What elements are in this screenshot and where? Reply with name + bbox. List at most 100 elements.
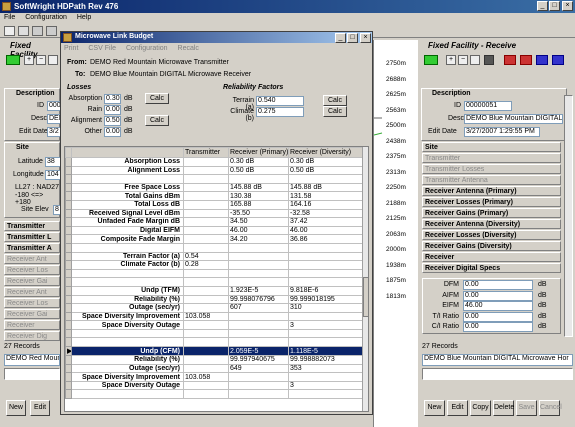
right-desc-field[interactable]: DEMO Blue Mountain DIGITAL [464, 114, 563, 124]
left-section-receiver[interactable]: Receiver [4, 320, 60, 330]
right-section-item[interactable]: Receiver Gains (Primary) [422, 208, 561, 218]
grid-column-header[interactable] [71, 147, 184, 158]
spec-field[interactable]: 46.00 [463, 301, 533, 311]
receiver-primary-cell[interactable]: 607 [228, 303, 289, 313]
receiver-primary-cell[interactable]: 46.00 [228, 225, 289, 236]
tool-icon[interactable] [46, 26, 57, 36]
grid-scroll-thumb[interactable] [363, 277, 368, 317]
receiver-diversity-cell[interactable]: 1.118E-5 [288, 346, 363, 357]
left-section-receiver-losses-1[interactable]: Receiver Los [4, 265, 60, 275]
left-edit-date-field[interactable]: 3/2 [47, 127, 61, 137]
receiver-primary-cell[interactable] [228, 389, 289, 400]
table-row[interactable] [65, 174, 363, 184]
reliability-field[interactable]: 0.540 [256, 96, 304, 106]
table-row[interactable] [65, 337, 363, 348]
grid-column-header[interactable]: Receiver (Diversity) [288, 147, 363, 158]
right-section-item[interactable]: Transmitter Losses [422, 164, 561, 174]
transmitter-cell[interactable] [183, 191, 229, 201]
table-row[interactable]: Space Diversity Outage 3 [65, 380, 363, 391]
table-row[interactable]: Space Diversity Outage 3 [65, 320, 363, 330]
transmitter-cell[interactable] [183, 328, 229, 339]
table-row[interactable]: Composite Fade Margin 34.20 36.86 [65, 234, 363, 244]
receiver-primary-cell[interactable]: 0.50 dB [228, 165, 289, 176]
table-row[interactable] [65, 242, 363, 253]
close-icon[interactable]: × [562, 1, 573, 11]
transmitter-cell[interactable] [183, 234, 229, 244]
antenna-blue-2-icon[interactable] [552, 55, 564, 65]
dialog-minimize-icon[interactable]: _ [335, 33, 346, 43]
receiver-primary-cell[interactable] [228, 268, 289, 279]
left-scroll-area[interactable] [4, 368, 60, 380]
receiver-primary-cell[interactable] [228, 174, 289, 184]
receiver-primary-cell[interactable] [228, 311, 289, 322]
left-edit-button[interactable]: Edit [30, 400, 50, 416]
table-row[interactable]: Unfaded Fade Margin dB 34.50 37.42 [65, 217, 363, 227]
table-row[interactable]: Free Space Loss 145.88 dB 145.88 dB [65, 182, 363, 193]
left-list-icon[interactable] [48, 55, 58, 65]
table-row[interactable]: Alignment Loss 0.50 dB 0.50 dB [65, 165, 363, 176]
right-link-icon[interactable] [424, 55, 438, 65]
right-section-item[interactable]: Transmitter [422, 153, 561, 163]
receiver-diversity-cell[interactable]: 36.86 [288, 234, 363, 244]
left-section-receiver-losses-2[interactable]: Receiver Los [4, 298, 60, 308]
receiver-diversity-cell[interactable] [288, 277, 363, 287]
table-row[interactable]: Undp (TFM) 1.923E-5 9.818E-6 [65, 285, 363, 296]
right-delete-button[interactable]: Delete [493, 400, 514, 416]
receiver-primary-cell[interactable] [228, 328, 289, 339]
receiver-primary-cell[interactable] [228, 260, 289, 270]
receiver-primary-cell[interactable]: 99.998076796 [228, 294, 289, 305]
right-scroll-area[interactable] [422, 368, 573, 380]
receiver-diversity-cell[interactable]: 310 [288, 303, 363, 313]
latitude-field[interactable]: 38 [45, 157, 61, 167]
receiver-primary-cell[interactable]: 1.923E-5 [228, 285, 289, 296]
dialog-menu-configuration[interactable]: Configuration [126, 45, 168, 52]
receiver-diversity-cell[interactable]: 99.999018195 [288, 294, 363, 305]
table-row[interactable]: Total Loss dB 165.88 164.16 [65, 199, 363, 210]
receiver-diversity-cell[interactable] [288, 251, 363, 262]
right-facility-dropdown[interactable]: DEMO Blue Mountain DIGITAL Microwave Hor [422, 354, 573, 366]
table-row[interactable]: Terrain Factor (a) 0.54 [65, 251, 363, 262]
right-section-item[interactable]: Site [422, 142, 561, 152]
receiver-primary-cell[interactable]: 145.88 dB [228, 182, 289, 193]
table-row[interactable] [65, 389, 363, 400]
table-row[interactable]: ▶Undp (CFM) 2.059E-51.118E-5 [65, 346, 363, 357]
right-section-item[interactable]: Receiver Losses (Diversity) [422, 230, 561, 240]
spec-field[interactable]: 0.00 [463, 280, 533, 290]
right-remove-icon[interactable]: − [458, 55, 468, 65]
receiver-diversity-cell[interactable]: 3 [288, 380, 363, 391]
receiver-diversity-cell[interactable]: 145.88 dB [288, 182, 363, 193]
receiver-diversity-cell[interactable] [288, 372, 363, 382]
receiver-diversity-cell[interactable]: 353 [288, 363, 363, 374]
transmitter-cell[interactable]: 0.28 [183, 260, 229, 270]
table-row[interactable]: Space Diversity Improvement 103.058 [65, 311, 363, 322]
receiver-diversity-cell[interactable]: 131.58 [288, 191, 363, 201]
right-section-item[interactable]: Transmitter Antenna [422, 175, 561, 185]
left-facility-dropdown[interactable]: DEMO Red Mountain [4, 354, 60, 366]
dialog-menu-recalc[interactable]: Recalc [178, 45, 199, 52]
transmitter-cell[interactable] [183, 337, 229, 348]
receiver-diversity-cell[interactable]: 164.16 [288, 199, 363, 210]
transmitter-cell[interactable] [183, 380, 229, 391]
antenna-icon[interactable] [504, 55, 516, 65]
table-row[interactable]: Outage (sec/yr) 649 353 [65, 363, 363, 374]
receiver-primary-cell[interactable]: 649 [228, 363, 289, 374]
new-doc-icon[interactable] [4, 26, 15, 36]
right-save-button[interactable]: Save [516, 400, 537, 416]
spec-field[interactable]: 0.00 [463, 290, 533, 301]
save-icon[interactable] [18, 26, 29, 36]
loss-calc-button[interactable]: Calc [145, 115, 169, 126]
left-remove-icon[interactable]: − [36, 55, 46, 65]
receiver-diversity-cell[interactable]: 37.42 [288, 217, 363, 227]
receiver-primary-cell[interactable] [228, 277, 289, 287]
right-section-item[interactable]: Receiver Antenna (Diversity) [422, 219, 561, 229]
left-section-receiver-gains-2[interactable]: Receiver Gai [4, 309, 60, 319]
receiver-diversity-cell[interactable]: 46.00 [288, 225, 363, 236]
receiver-primary-cell[interactable] [228, 242, 289, 253]
transmitter-cell[interactable] [183, 268, 229, 279]
receiver-primary-cell[interactable]: 0.30 dB [228, 157, 289, 167]
loss-calc-button[interactable]: Calc [145, 93, 169, 104]
transmitter-cell[interactable] [183, 303, 229, 313]
dialog-menu-print[interactable]: Print [64, 45, 78, 52]
receiver-primary-cell[interactable]: -35.50 [228, 208, 289, 219]
receiver-diversity-cell[interactable]: 3 [288, 320, 363, 330]
